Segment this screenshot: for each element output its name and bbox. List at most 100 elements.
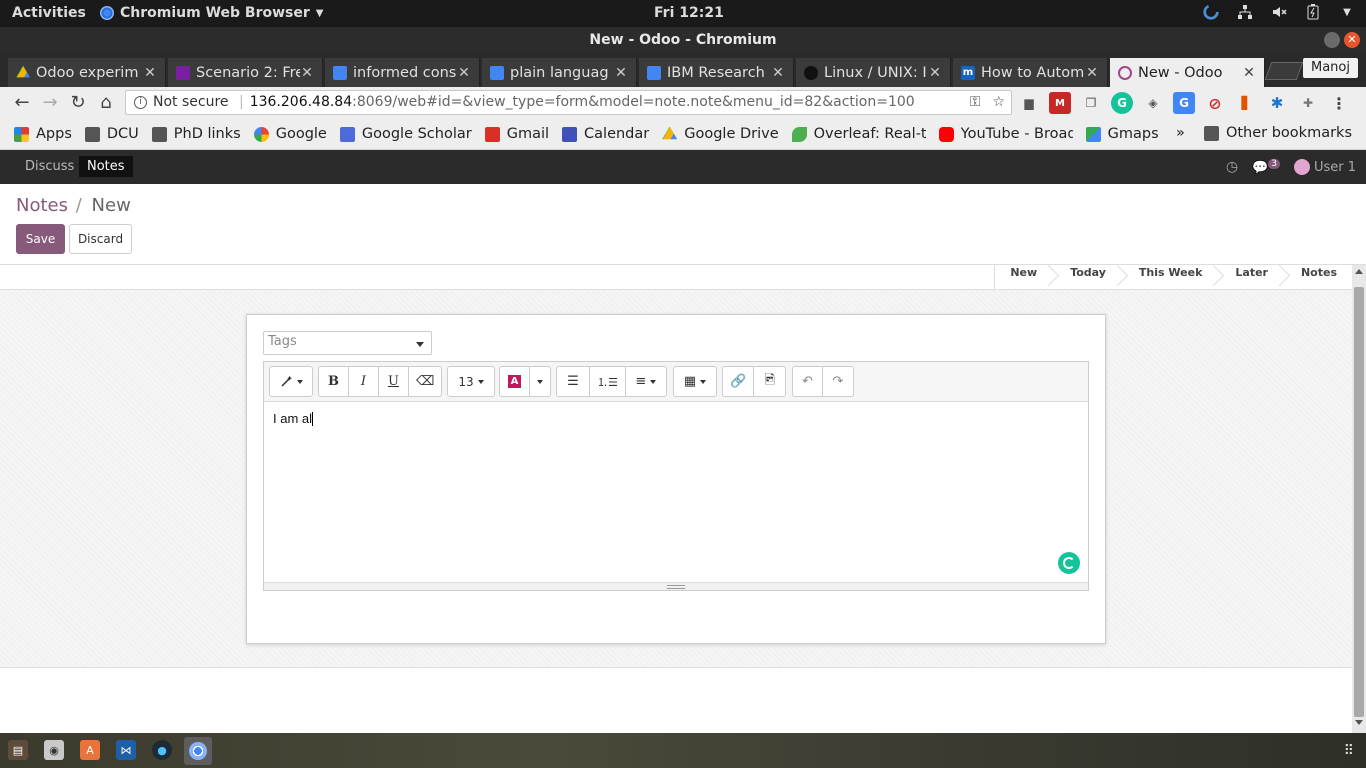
extension-chart-icon[interactable]: ▋ [1235, 92, 1257, 114]
tab-informed-consent[interactable]: informed cons ✕ [325, 58, 480, 87]
grammarly-widget-icon[interactable] [1058, 552, 1080, 574]
close-icon[interactable]: ✕ [143, 65, 157, 81]
tab-ibm-research[interactable]: IBM Research ✕ [639, 58, 794, 87]
close-icon[interactable]: ✕ [1242, 65, 1256, 81]
close-icon[interactable]: ✕ [300, 65, 314, 81]
google-translate-icon[interactable]: G [1173, 92, 1195, 114]
magic-wand-icon[interactable] [270, 367, 312, 396]
chevron-down-icon[interactable] [416, 342, 424, 347]
close-icon[interactable]: ✕ [1085, 65, 1099, 81]
scroll-up-arrow-icon[interactable] [1355, 269, 1363, 274]
stage-this-week[interactable]: This Week [1121, 265, 1217, 290]
bookmark-dcu[interactable]: DCU [84, 126, 139, 142]
address-bar[interactable]: i Not secure | 136.206.48.84:8069/web#id=&… [125, 90, 1012, 115]
activities-button[interactable]: Activities [12, 5, 86, 21]
scroll-down-arrow-icon[interactable] [1355, 720, 1363, 725]
extension-briefcase-icon[interactable]: ▆ [1018, 92, 1040, 114]
software-center-icon[interactable]: A [80, 740, 100, 760]
tab-scenario-2[interactable]: Scenario 2: Fre ✕ [168, 58, 323, 87]
undo-icon[interactable]: ↶ [793, 367, 823, 396]
eraser-icon[interactable]: ⌫ [409, 367, 441, 396]
user-menu[interactable]: User 1 [1293, 159, 1356, 176]
tab-how-to-automate[interactable]: m How to Autom ✕ [953, 58, 1108, 87]
terminal-app-icon[interactable]: ● [152, 740, 172, 760]
bold-icon[interactable]: B [319, 367, 349, 396]
save-button[interactable]: Save [16, 224, 65, 254]
bookmark-youtube[interactable]: YouTube - Broad [938, 126, 1073, 142]
note-body-editable[interactable]: I am al [264, 402, 1088, 582]
kebab-menu-icon[interactable]: ⋮ [1328, 92, 1350, 114]
link-icon[interactable]: 🔗 [723, 367, 755, 396]
close-icon[interactable]: ✕ [771, 65, 785, 81]
bookmark-google-drive[interactable]: Google Drive [662, 126, 779, 142]
tab-plain-language[interactable]: plain languag ✕ [482, 58, 637, 87]
bookmark-star-icon[interactable]: ☆ [992, 91, 1005, 114]
bookmark-google-scholar[interactable]: Google Scholar [339, 126, 472, 142]
show-applications-icon[interactable]: ⠿ [1344, 743, 1354, 759]
stage-notes[interactable]: Notes [1283, 265, 1352, 290]
extension-mendeley-icon[interactable]: M [1049, 92, 1071, 114]
puzzle-icon[interactable]: ✚ [1297, 92, 1319, 114]
vscode-icon[interactable]: ⋈ [116, 740, 136, 760]
bookmark-google[interactable]: Google [253, 126, 327, 142]
other-bookmarks[interactable]: Other bookmarks [1203, 125, 1352, 141]
messaging-icon[interactable]: 💬 3 [1252, 159, 1280, 175]
volume-muted-icon[interactable] [1270, 3, 1288, 21]
tab-linux-unix[interactable]: Linux / UNIX: I ✕ [796, 58, 951, 87]
close-icon[interactable]: ✕ [614, 65, 628, 81]
network-icon[interactable] [1236, 3, 1254, 21]
extension-keep-icon[interactable]: ◈ [1142, 92, 1164, 114]
table-icon[interactable]: ▦ [674, 367, 716, 396]
profile-button[interactable]: Manoj [1303, 58, 1358, 78]
new-tab-button[interactable] [1264, 62, 1304, 80]
breadcrumb-notes-link[interactable]: Notes [16, 195, 68, 216]
files-icon[interactable]: ▤ [8, 740, 28, 760]
window-titlebar[interactable]: New - Odoo - Chromium ✕ [0, 27, 1366, 54]
redo-icon[interactable]: ↷ [823, 367, 853, 396]
battery-charging-icon[interactable] [1304, 3, 1322, 21]
system-tray[interactable]: ▼ [1202, 3, 1356, 21]
tags-input[interactable]: Tags [263, 331, 432, 355]
bookmark-gmail[interactable]: Gmail [484, 126, 549, 142]
discard-button[interactable]: Discard [69, 224, 132, 254]
close-icon[interactable]: ✕ [457, 65, 471, 81]
sync-spinner-icon[interactable] [1202, 3, 1220, 21]
close-icon[interactable]: ✕ [928, 65, 942, 81]
menu-discuss[interactable]: Discuss [17, 156, 82, 177]
reload-icon[interactable]: ↻ [66, 91, 90, 115]
extension-copy-icon[interactable]: ❐ [1080, 92, 1102, 114]
underline-icon[interactable]: U [379, 367, 409, 396]
block-icon[interactable]: ⊘ [1204, 92, 1226, 114]
chromium-dock-icon[interactable] [184, 737, 212, 765]
color-dropdown-button[interactable] [530, 367, 550, 396]
key-icon[interactable]: ⚿ [970, 91, 981, 114]
minimize-button[interactable] [1324, 32, 1340, 48]
bookmark-calendar[interactable]: Calendar [562, 126, 649, 142]
bookmark-apps[interactable]: Apps [14, 126, 72, 142]
vertical-scrollbar[interactable] [1352, 265, 1366, 733]
close-window-button[interactable]: ✕ [1344, 32, 1360, 48]
text-color-icon[interactable]: A [500, 367, 530, 396]
back-arrow-icon[interactable]: ← [10, 91, 34, 115]
grammarly-extension-icon[interactable]: G [1111, 92, 1133, 114]
stage-today[interactable]: Today [1052, 265, 1121, 290]
home-icon[interactable]: ⌂ [94, 91, 118, 115]
info-icon[interactable]: i [134, 95, 147, 109]
tab-new-odoo[interactable]: New - Odoo ✕ [1110, 58, 1265, 87]
bookmarks-overflow-button[interactable]: » [1176, 125, 1185, 141]
forward-arrow-icon[interactable]: → [38, 91, 62, 115]
bullet-list-icon[interactable]: ☰ [557, 367, 590, 396]
numbered-list-icon[interactable]: ⒈☰ [590, 367, 626, 396]
extension-react-icon[interactable]: ✱ [1266, 92, 1288, 114]
italic-icon[interactable]: I [349, 367, 379, 396]
stage-new[interactable]: New [995, 265, 1052, 290]
image-icon[interactable]: 🖻 [754, 367, 785, 396]
tab-odoo-experiment[interactable]: Odoo experim ✕ [8, 58, 166, 87]
bookmark-phd-links[interactable]: PhD links [151, 126, 241, 142]
bookmark-gmaps[interactable]: Gmaps [1085, 126, 1159, 142]
clock[interactable]: Fri 12:21 [654, 5, 724, 21]
bookmark-overleaf[interactable]: Overleaf: Real-ti [791, 126, 926, 142]
activity-clock-icon[interactable]: ◷ [1226, 159, 1238, 175]
app-menu[interactable]: Chromium Web Browser ▼ [100, 5, 323, 21]
menu-notes[interactable]: Notes [79, 156, 133, 177]
